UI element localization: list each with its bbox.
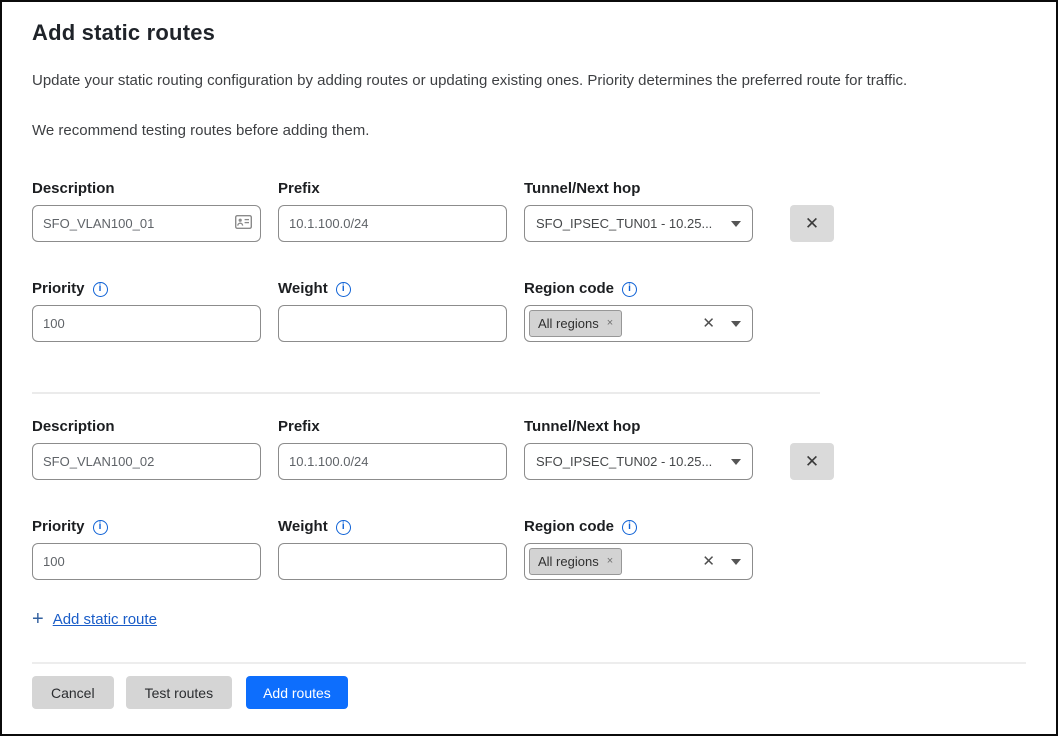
route-1-main-row: Description Prefix [32, 180, 1026, 242]
footer-actions: Cancel Test routes Add routes [32, 676, 1026, 709]
tunnel-label: Tunnel/Next hop [524, 418, 753, 436]
weight-label: Weight i [278, 518, 507, 536]
weight-input[interactable] [278, 543, 507, 580]
prefix-label: Prefix [278, 418, 507, 436]
region-label: Region code i [524, 518, 753, 536]
info-icon[interactable]: i [336, 282, 351, 297]
cancel-button[interactable]: Cancel [32, 676, 114, 709]
clear-icon[interactable]: ✕ [702, 316, 715, 331]
add-static-routes-dialog: Add static routes Update your static rou… [0, 0, 1058, 736]
region-label: Region code i [524, 280, 753, 298]
region-select[interactable]: All regions × ✕ [524, 543, 753, 580]
info-icon[interactable]: i [336, 520, 351, 535]
tunnel-label: Tunnel/Next hop [524, 180, 753, 198]
info-icon[interactable]: i [622, 520, 637, 535]
prefix-input[interactable] [278, 205, 507, 242]
description-label: Description [32, 180, 261, 198]
chevron-down-icon [731, 559, 741, 565]
tunnel-field-group: Tunnel/Next hop SFO_IPSEC_TUN01 - 10.25.… [524, 180, 753, 242]
region-chip-label: All regions [538, 554, 599, 569]
tunnel-select[interactable]: SFO_IPSEC_TUN02 - 10.25... [524, 443, 753, 480]
remove-route-button[interactable]: ✕ [790, 443, 834, 480]
description-input[interactable] [32, 443, 261, 480]
weight-input[interactable] [278, 305, 507, 342]
description-field-group: Description [32, 180, 261, 242]
add-static-route-link[interactable]: + Add static route [32, 610, 157, 628]
region-chip-label: All regions [538, 316, 599, 331]
route-block-1: Description Prefix [32, 180, 1026, 342]
region-field-group: Region code i All regions × ✕ [524, 280, 753, 342]
description-label: Description [32, 418, 261, 436]
chevron-down-icon [731, 321, 741, 327]
weight-label: Weight i [278, 280, 507, 298]
tunnel-select-value: SFO_IPSEC_TUN01 - 10.25... [536, 216, 731, 231]
prefix-field-group: Prefix [278, 180, 507, 242]
description-input[interactable] [32, 205, 261, 242]
prefix-input[interactable] [278, 443, 507, 480]
page-title: Add static routes [32, 20, 1026, 46]
priority-input[interactable] [32, 305, 261, 342]
weight-field-group: Weight i [278, 280, 507, 342]
priority-field-group: Priority i [32, 518, 261, 580]
region-select[interactable]: All regions × ✕ [524, 305, 753, 342]
route-1-secondary-row: Priority i Weight i Region code i [32, 280, 1026, 342]
prefix-field-group: Prefix [278, 418, 507, 480]
chip-remove-icon[interactable]: × [607, 556, 613, 567]
plus-icon: + [32, 610, 44, 628]
chevron-down-icon [731, 221, 741, 227]
region-chip: All regions × [529, 548, 622, 575]
footer-divider [32, 662, 1026, 664]
region-field-group: Region code i All regions × ✕ [524, 518, 753, 580]
priority-label: Priority i [32, 518, 261, 536]
info-icon[interactable]: i [622, 282, 637, 297]
tunnel-select-value: SFO_IPSEC_TUN02 - 10.25... [536, 454, 731, 469]
description-field-group: Description [32, 418, 261, 480]
tunnel-field-group: Tunnel/Next hop SFO_IPSEC_TUN02 - 10.25.… [524, 418, 753, 480]
prefix-label: Prefix [278, 180, 507, 198]
intro-text: Update your static routing configuration… [32, 72, 1026, 90]
tunnel-select[interactable]: SFO_IPSEC_TUN01 - 10.25... [524, 205, 753, 242]
priority-input[interactable] [32, 543, 261, 580]
contact-card-icon[interactable] [235, 215, 252, 234]
test-routes-button[interactable]: Test routes [126, 676, 232, 709]
add-static-route-label: Add static route [53, 611, 157, 628]
clear-icon[interactable]: ✕ [702, 554, 715, 569]
note-text: We recommend testing routes before addin… [32, 122, 1026, 140]
info-icon[interactable]: i [93, 282, 108, 297]
info-icon[interactable]: i [93, 520, 108, 535]
remove-route-button[interactable]: ✕ [790, 205, 834, 242]
route-2-secondary-row: Priority i Weight i Region code i [32, 518, 1026, 580]
route-2-main-row: Description Prefix Tunnel/Next hop SFO_I… [32, 418, 1026, 480]
priority-label: Priority i [32, 280, 261, 298]
add-routes-button[interactable]: Add routes [246, 676, 348, 709]
route-block-2: Description Prefix Tunnel/Next hop SFO_I… [32, 418, 1026, 580]
route-divider [32, 392, 820, 394]
chip-remove-icon[interactable]: × [607, 318, 613, 329]
priority-field-group: Priority i [32, 280, 261, 342]
weight-field-group: Weight i [278, 518, 507, 580]
chevron-down-icon [731, 459, 741, 465]
region-chip: All regions × [529, 310, 622, 337]
